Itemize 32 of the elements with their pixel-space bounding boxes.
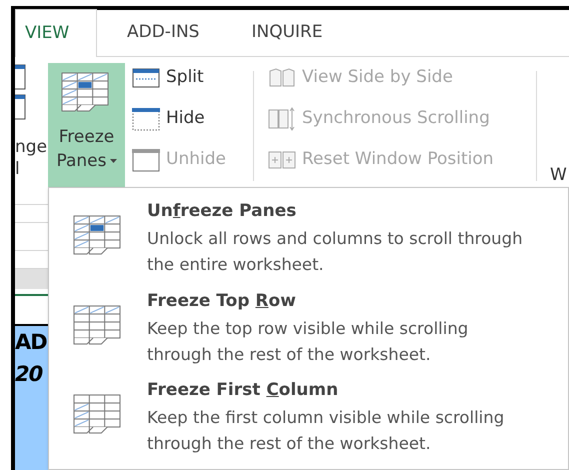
menu-item-description: Keep the top row visible while scrolling through the rest of the worksheet. <box>147 318 470 366</box>
menu-item-title: Unfreeze Panes <box>147 200 298 222</box>
ribbon-tab[interactable]: ADD-INS <box>105 9 222 56</box>
synchronous-scrolling-icon <box>268 106 296 130</box>
menu-item[interactable]: Unfreeze Panes Unlock all rows and columns to scroll through the entire worksheet. <box>49 200 568 290</box>
split-icon <box>132 68 160 88</box>
freeze-grid-icon <box>73 393 123 436</box>
sheet-row-rule <box>15 294 48 296</box>
menu-item-title: Freeze First Column <box>147 379 340 402</box>
menu-item-title: Freeze Top Row <box>147 290 297 312</box>
freeze-panes-button[interactable]: Freeze Panes <box>48 63 125 187</box>
ribbon-label: l <box>15 159 20 179</box>
freeze-grid-icon <box>73 304 123 346</box>
freeze-grid-icon <box>73 214 123 256</box>
side-by-side-icon <box>268 68 296 88</box>
menu-item[interactable]: Freeze Top Row Keep the top row visible while scrolling through the rest of the worksheet. <box>49 290 568 380</box>
dropdown-caret-icon <box>110 159 116 163</box>
hide-icon <box>132 106 160 130</box>
menu-item-description: Keep the first column visible while scrolling through the rest of the worksheet. <box>147 407 506 456</box>
ribbon-label: W <box>550 164 567 187</box>
ribbon-label: nge <box>15 136 48 159</box>
ribbon-button[interactable]: Hide <box>132 104 253 133</box>
ribbon-button[interactable]: Split <box>132 63 253 92</box>
ribbon-tab[interactable]: INQUIRE <box>229 9 345 56</box>
menu-item[interactable]: Freeze First Column Keep the first column visible while scrolling through the rest of the worksheet. <box>49 379 568 470</box>
menu-item-description: Unlock all rows and columns to scroll through the entire worksheet. <box>147 228 524 276</box>
cell-text: AD <box>15 329 47 356</box>
reset-window-icon <box>268 150 296 170</box>
unhide-icon <box>132 148 160 172</box>
ribbon-tab[interactable]: VIEW <box>15 9 97 57</box>
sheet-row-band <box>15 269 48 289</box>
cell-text: 20 <box>15 361 42 388</box>
